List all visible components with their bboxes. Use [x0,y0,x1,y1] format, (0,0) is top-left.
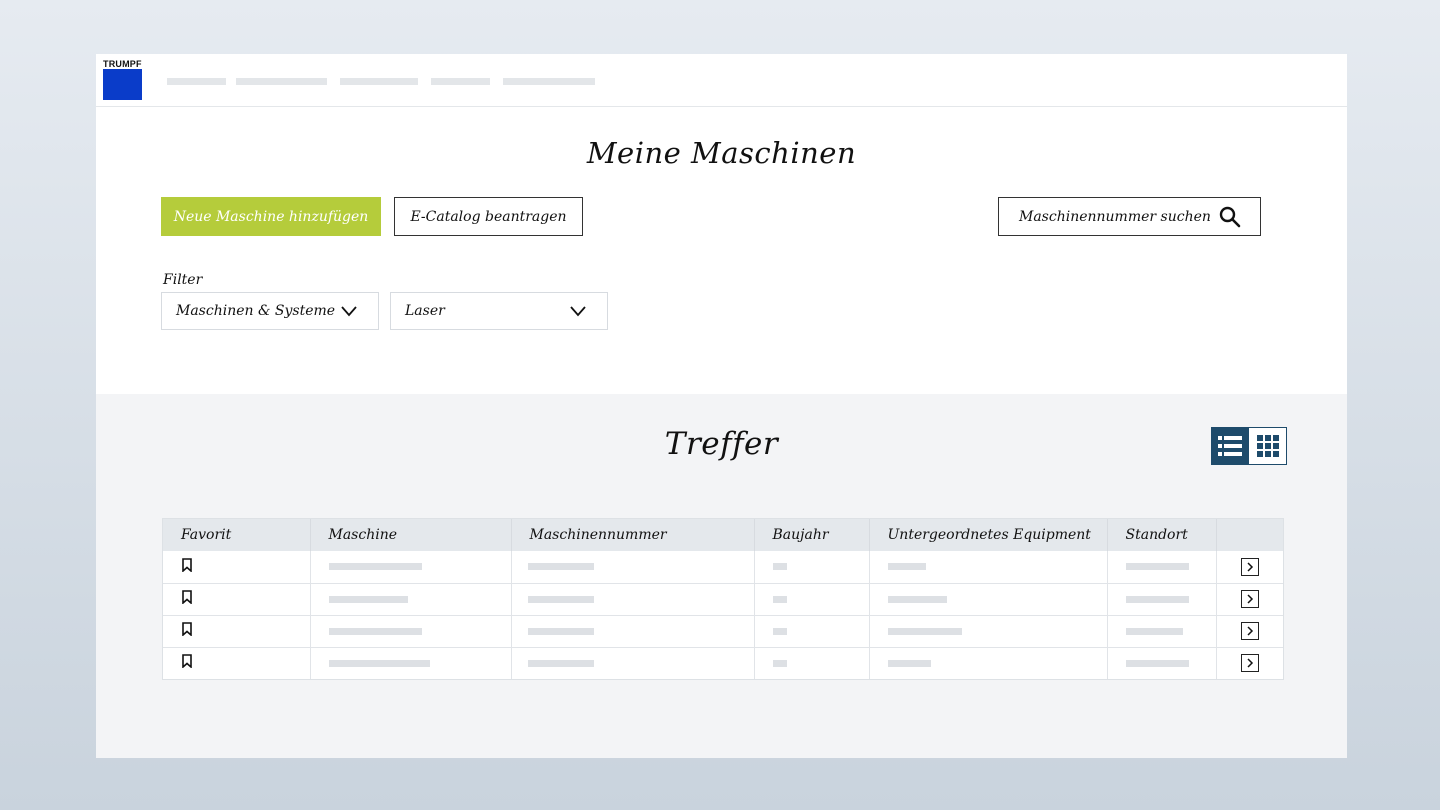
machine-name-placeholder [328,659,430,667]
bookmark-icon[interactable] [181,557,193,573]
chevron-down-icon [570,306,586,317]
machine-number-placeholder [527,659,594,667]
chevron-right-icon [1246,658,1253,668]
brand-logo-text: TRUMPF [103,59,142,69]
table-header-row: Favorit Maschine Maschinennummer Baujahr… [163,519,1283,551]
column-header-sub-equipment[interactable]: Untergeordnetes Equipment [869,519,1108,551]
column-header-machine-number[interactable]: Maschinennummer [511,519,755,551]
request-ecatalog-button[interactable]: E-Catalog beantragen [394,197,583,236]
location-placeholder [1125,563,1189,571]
view-mode-toggle [1211,427,1287,465]
machine-number-placeholder [527,595,594,603]
bookmark-icon[interactable] [181,590,193,605]
category-filter-select[interactable]: Maschinen & Systeme [161,292,379,330]
top-navigation-bar: TRUMPF [96,54,1347,107]
open-row-button[interactable] [1240,654,1259,673]
location-placeholder [1125,627,1183,635]
year-placeholder [772,563,787,571]
table-row[interactable] [163,647,1283,679]
location-placeholder [1125,659,1189,667]
sub-equipment-placeholder [887,595,947,603]
nav-item-placeholder[interactable] [167,78,226,85]
chevron-right-icon [1246,562,1253,572]
brand-logo-mark[interactable] [103,69,142,100]
nav-item-placeholder[interactable] [431,78,490,85]
machine-number-search[interactable]: Maschinennummer suchen [998,197,1261,236]
sub-equipment-placeholder [887,659,931,667]
chevron-down-icon [341,306,357,317]
technology-filter-select[interactable]: Laser [390,292,608,330]
column-header-year[interactable]: Baujahr [754,519,870,551]
bookmark-icon[interactable] [181,622,193,637]
machines-table: Favorit Maschine Maschinennummer Baujahr… [162,518,1284,680]
grid-view-icon [1256,435,1279,457]
column-header-machine[interactable]: Maschine [310,519,512,551]
table-row[interactable] [163,583,1283,616]
machine-number-placeholder [527,627,594,635]
chevron-right-icon [1246,626,1253,636]
nav-item-placeholder[interactable] [503,78,595,85]
table-row[interactable] [163,615,1283,648]
search-icon[interactable] [1218,205,1242,229]
year-placeholder [772,627,787,635]
location-placeholder [1125,595,1189,603]
column-header-actions [1216,519,1283,551]
open-row-button[interactable] [1240,622,1259,640]
technology-filter-value: Laser [405,303,445,319]
column-header-favorite[interactable]: Favorit [163,519,311,551]
filter-label: Filter [163,272,203,288]
machine-number-placeholder [527,563,594,571]
page-title: Meine Maschinen [586,136,857,170]
open-row-button[interactable] [1240,590,1259,608]
column-header-location[interactable]: Standort [1107,519,1217,551]
machine-name-placeholder [328,563,422,571]
bookmark-icon[interactable] [181,654,193,670]
grid-view-button[interactable] [1249,427,1287,465]
search-input[interactable]: Maschinennummer suchen [1019,209,1218,225]
machine-name-placeholder [328,627,422,635]
app-window: TRUMPF Meine Maschinen Neue Maschine hin… [96,54,1347,758]
year-placeholder [772,659,787,667]
add-machine-button[interactable]: Neue Maschine hinzufügen [161,197,381,236]
results-title: Treffer [664,426,779,462]
list-view-icon [1218,436,1242,456]
year-placeholder [772,595,787,603]
results-section: Treffer Favorit Maschine Maschinennummer… [96,394,1347,758]
sub-equipment-placeholder [887,563,926,571]
list-view-button[interactable] [1211,427,1249,465]
nav-item-placeholder[interactable] [340,78,418,85]
sub-equipment-placeholder [887,627,962,635]
machine-name-placeholder [328,595,408,603]
chevron-right-icon [1246,594,1253,604]
table-row[interactable] [163,551,1283,584]
category-filter-value: Maschinen & Systeme [176,303,336,319]
nav-item-placeholder[interactable] [236,78,327,85]
open-row-button[interactable] [1240,557,1259,576]
